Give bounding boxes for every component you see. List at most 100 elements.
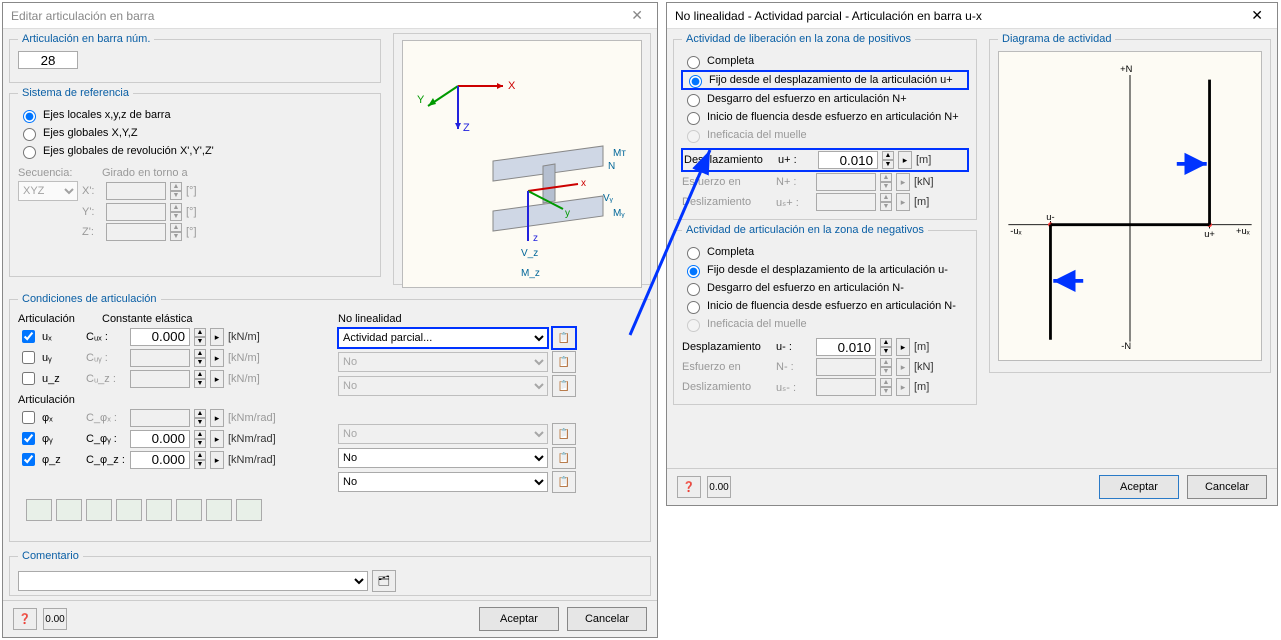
units-icon[interactable]: 0.00 xyxy=(43,608,67,630)
radio-pos-fixed[interactable] xyxy=(689,75,702,88)
radio-local-axes[interactable] xyxy=(23,110,36,123)
nonlin-edit-phix-button: 📋 xyxy=(552,423,576,445)
preset-tool-5[interactable] xyxy=(146,499,172,521)
unit-cux: [kN/m] xyxy=(228,331,278,343)
radio-pos-complete[interactable] xyxy=(687,56,700,69)
label-cux: Cᵤₓ : xyxy=(86,331,126,343)
neg-desl-unit: [m] xyxy=(914,381,964,393)
preset-tool-6[interactable] xyxy=(176,499,202,521)
nonlin-edit-ux-button[interactable]: 📋 xyxy=(552,327,576,349)
preview-svg: X Y Z x y z N Mᴛ Vᵧ Mᵧ xyxy=(403,41,642,288)
neg-desp-input[interactable] xyxy=(816,338,876,356)
bottom-bar-right: ❓ 0.00 Aceptar Cancelar xyxy=(667,468,1277,505)
pos-desl-sym: uₛ+ : xyxy=(776,196,812,209)
help-icon-right[interactable]: ❓ xyxy=(677,476,701,498)
check-phiz[interactable] xyxy=(22,453,35,466)
nonlin-edit-phiy-button: 📋 xyxy=(552,447,576,469)
radio-revolution-axes[interactable] xyxy=(23,146,36,159)
preset-tool-row xyxy=(18,495,642,525)
label-cuz: Cᵤ_z : xyxy=(86,373,126,385)
col-articulation: Articulación xyxy=(18,313,98,325)
cancel-button-right[interactable]: Cancelar xyxy=(1187,475,1267,499)
fieldset-conditions: Condiciones de articulación Articulación… xyxy=(9,293,651,542)
input-cphiz[interactable] xyxy=(130,451,190,469)
label-local-axes: Ejes locales x,y,z de barra xyxy=(43,109,171,121)
preset-tool-7[interactable] xyxy=(206,499,232,521)
hinge-number-input[interactable] xyxy=(18,51,78,69)
radio-neg-ineff xyxy=(687,319,700,332)
pos-desp-unit: [m] xyxy=(916,154,966,166)
nonlin-select-phiz[interactable]: No xyxy=(338,472,548,492)
pos-desp-input[interactable] xyxy=(818,151,878,169)
cancel-button-left[interactable]: Cancelar xyxy=(567,607,647,631)
col-elastic-constant: Constante elástica xyxy=(102,313,193,325)
radio-global-axes[interactable] xyxy=(23,128,36,141)
titlebar-right: No linealidad - Actividad parcial - Arti… xyxy=(667,3,1277,29)
label-neg-tear: Desgarro del esfuerzo en articulación N- xyxy=(707,282,904,294)
check-uz[interactable] xyxy=(22,372,35,385)
unit-cuz: [kN/m] xyxy=(228,373,278,385)
svg-text:u-: u- xyxy=(1046,212,1054,222)
check-phix[interactable] xyxy=(22,411,35,424)
label-uy: uᵧ xyxy=(42,352,82,364)
fieldset-number: Articulación en barra núm. xyxy=(9,33,381,83)
svg-text:u+: u+ xyxy=(1204,229,1215,239)
check-phiy[interactable] xyxy=(22,432,35,445)
check-ux[interactable] xyxy=(22,330,35,343)
legend-diagram: Diagrama de actividad xyxy=(998,33,1115,45)
sequence-select: XYZ xyxy=(18,181,78,201)
fieldset-positive: Actividad de liberación en la zona de po… xyxy=(673,33,977,220)
accept-button-left[interactable]: Aceptar xyxy=(479,607,559,631)
neg-desp-label: Desplazamiento xyxy=(682,341,772,353)
input-cphiy[interactable] xyxy=(130,430,190,448)
check-uy[interactable] xyxy=(22,351,35,364)
help-icon[interactable]: ❓ xyxy=(13,608,37,630)
nonlin-select-phix: No xyxy=(338,424,548,444)
rotZ-label: Z': xyxy=(82,226,102,238)
unit-cphiz: [kNm/rad] xyxy=(228,454,278,466)
activity-diagram: +N -N +uₓ -uₓ u+ u- xyxy=(998,51,1262,361)
rotX-label: X': xyxy=(82,185,102,197)
accept-button-right[interactable]: Aceptar xyxy=(1099,475,1179,499)
nonlin-edit-uz-button: 📋 xyxy=(552,375,576,397)
preview-3d-canvas: X Y Z x y z N Mᴛ Vᵧ Mᵧ xyxy=(402,40,642,288)
svg-text:N: N xyxy=(608,161,615,172)
preset-tool-8[interactable] xyxy=(236,499,262,521)
label-neg-ineff: Ineficacia del muelle xyxy=(707,318,807,330)
comment-library-button[interactable]: 🗂 xyxy=(372,570,396,592)
preset-tool-2[interactable] xyxy=(56,499,82,521)
label-neg-yield: Inicio de fluencia desde esfuerzo en art… xyxy=(707,300,956,312)
label-neg-complete: Completa xyxy=(707,246,754,258)
rotZ-input xyxy=(106,223,166,241)
pos-esf-unit: [kN] xyxy=(914,176,964,188)
fieldset-comment: Comentario 🗂 xyxy=(9,550,651,596)
legend-conditions: Condiciones de articulación xyxy=(18,293,161,305)
radio-neg-fixed[interactable] xyxy=(687,265,700,278)
preset-tool-1[interactable] xyxy=(26,499,52,521)
preset-tool-4[interactable] xyxy=(116,499,142,521)
diagram-svg: +N -N +uₓ -uₓ u+ u- xyxy=(999,52,1261,360)
nonlin-select-ux[interactable]: Actividad parcial... xyxy=(338,328,548,348)
sequence-label: Secuencia: xyxy=(18,167,98,179)
radio-pos-yield[interactable] xyxy=(687,112,700,125)
close-icon[interactable]: ✕ xyxy=(625,7,649,24)
label-cphix: C_φₓ : xyxy=(86,412,126,424)
pos-desl-unit: [m] xyxy=(914,196,964,208)
comment-select[interactable] xyxy=(18,571,368,591)
label-ux: uₓ xyxy=(42,331,82,343)
radio-pos-tear[interactable] xyxy=(687,94,700,107)
units-icon-right[interactable]: 0.00 xyxy=(707,476,731,498)
close-icon-right[interactable]: ✕ xyxy=(1245,7,1269,24)
preset-tool-3[interactable] xyxy=(86,499,112,521)
svg-text:Vᵧ: Vᵧ xyxy=(603,193,614,204)
fieldset-diagram: Diagrama de actividad +N -N +uₓ -uₓ u+ xyxy=(989,33,1271,373)
input-cux[interactable] xyxy=(130,328,190,346)
radio-neg-yield[interactable] xyxy=(687,301,700,314)
radio-pos-ineff xyxy=(687,130,700,143)
radio-neg-complete[interactable] xyxy=(687,247,700,260)
radio-neg-tear[interactable] xyxy=(687,283,700,296)
svg-text:-N: -N xyxy=(1121,341,1131,351)
nonlin-select-phiy[interactable]: No xyxy=(338,448,548,468)
svg-text:+N: +N xyxy=(1120,64,1132,74)
rotX-input xyxy=(106,182,166,200)
